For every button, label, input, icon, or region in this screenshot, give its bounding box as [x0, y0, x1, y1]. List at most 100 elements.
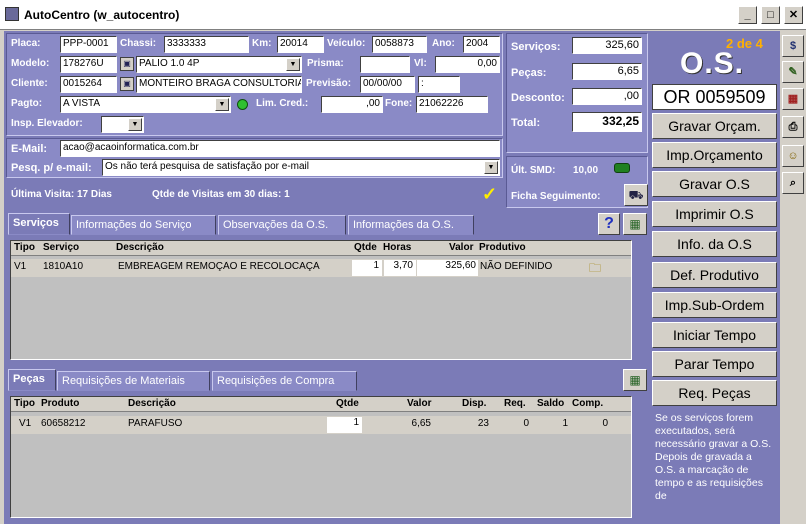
- cell-qtde[interactable]: 1: [327, 417, 362, 433]
- pagto-value: A VISTA: [63, 98, 101, 109]
- previsao-field[interactable]: 00/00/00: [360, 76, 415, 93]
- col-servico: Serviço: [43, 242, 80, 253]
- col-tipo: Tipo: [14, 398, 35, 409]
- col-produtivo: Produtivo: [479, 242, 526, 253]
- gravar-orcamento-button[interactable]: Gravar Orçam.: [652, 113, 777, 139]
- table-row[interactable]: V1 1810A10 EMBREAGEM REMOÇÃO E RECOLOCAÇ…: [11, 259, 631, 277]
- parar-tempo-button[interactable]: Parar Tempo: [652, 351, 777, 377]
- info-os-button[interactable]: Info. da O.S: [652, 231, 777, 257]
- tab-servicos[interactable]: Serviços: [8, 213, 70, 235]
- lim-cred-field[interactable]: ,00: [321, 96, 383, 113]
- imprimir-os-button[interactable]: Imprimir O.S: [652, 201, 777, 227]
- pagto-label: Pagto:: [11, 98, 43, 109]
- app-icon: [5, 7, 19, 21]
- cell-qtde[interactable]: 1: [352, 260, 382, 276]
- servicos-total-label: Serviços:: [511, 41, 561, 53]
- email-field[interactable]: acao@acaoinformatica.com.br: [60, 140, 500, 157]
- email-label: E-Mail:: [11, 143, 48, 155]
- services-table: Tipo Serviço Descrição Qtde Horas Valor …: [10, 240, 632, 360]
- prisma-label: Prisma:: [307, 58, 344, 69]
- iniciar-tempo-button[interactable]: Iniciar Tempo: [652, 322, 777, 348]
- km-field[interactable]: 20014: [277, 36, 324, 53]
- tab-observacoes-os[interactable]: Observações da O.S.: [218, 215, 346, 235]
- cell-valor[interactable]: 325,60: [417, 260, 478, 276]
- checkmark-icon[interactable]: ✓: [482, 184, 497, 205]
- window-title: AutoCentro (w_autocentro): [24, 8, 180, 22]
- chevron-down-icon: ▼: [215, 98, 229, 111]
- tab-pecas[interactable]: Peças: [8, 369, 56, 391]
- placa-label: Placa:: [11, 38, 41, 49]
- vi-field[interactable]: 0,00: [435, 56, 500, 73]
- tab-requisicoes-compra[interactable]: Requisições de Compra: [212, 371, 357, 391]
- printer-icon[interactable]: ⎙: [782, 116, 804, 138]
- chassi-field[interactable]: 3333333: [164, 36, 249, 53]
- imp-orcamento-button[interactable]: Imp.Orçamento: [652, 142, 777, 168]
- previsao-hora-field[interactable]: :: [418, 76, 460, 93]
- close-button[interactable]: ✕: [784, 6, 803, 24]
- os-number: OR 0059509: [652, 84, 777, 110]
- maximize-button[interactable]: □: [761, 6, 780, 24]
- cliente-nome-field[interactable]: MONTEIRO BRAGA CONSULTORIA: [136, 76, 302, 93]
- servicos-total-field: 325,60: [572, 37, 642, 54]
- modelo-lookup-icon[interactable]: ▣: [120, 57, 134, 71]
- parts-table: Tipo Produto Descrição Qtde Valor Disp. …: [10, 396, 632, 518]
- smd-value: 10,00: [573, 165, 599, 176]
- placa-field[interactable]: PPP-0001: [60, 36, 117, 53]
- pesq-select[interactable]: Os não terá pesquisa de satisfação por e…: [102, 159, 500, 176]
- col-valor: Valor: [407, 398, 432, 409]
- col-qtde: Qtde: [336, 398, 359, 409]
- cell-horas[interactable]: 3,70: [384, 260, 416, 276]
- imp-sub-ordem-button[interactable]: Imp.Sub-Ordem: [652, 292, 777, 318]
- cell-disp: 23: [477, 418, 489, 429]
- pagto-select[interactable]: A VISTA ▼: [60, 96, 231, 113]
- col-valor: Valor: [449, 242, 474, 253]
- modelo-select[interactable]: PALIO 1.0 4P ▼: [136, 56, 302, 73]
- col-saldo: Saldo: [537, 398, 565, 409]
- col-comp: Comp.: [572, 398, 604, 409]
- col-produto: Produto: [41, 398, 80, 409]
- col-descricao: Descrição: [128, 398, 176, 409]
- total-label: Total:: [511, 117, 541, 129]
- modelo-field[interactable]: 178276U: [60, 56, 117, 73]
- cliente-lookup-icon[interactable]: ▣: [120, 77, 134, 91]
- cell-descricao: EMBREAGEM REMOÇÃO E RECOLOCAÇÃ: [118, 261, 320, 272]
- grid-config-icon[interactable]: ▦: [623, 369, 647, 391]
- ano-field[interactable]: 2004: [463, 36, 500, 53]
- table-row[interactable]: V1 60658212 PARAFUSO 1 6,65 23 0 1 0: [11, 416, 631, 434]
- edit-icon[interactable]: ✎: [782, 61, 804, 83]
- lim-cred-label: Lim. Cred.:: [256, 98, 309, 109]
- desconto-field[interactable]: ,00: [572, 88, 642, 105]
- cliente-field[interactable]: 0015264: [60, 76, 117, 93]
- tab-informacoes-servico[interactable]: Informações do Serviço: [71, 215, 216, 235]
- cell-produtivo: NÃO DEFINIDO: [480, 261, 553, 272]
- tab-requisicoes-materiais[interactable]: Requisições de Materiais: [57, 371, 210, 391]
- binoculars-icon[interactable]: ⌕: [782, 172, 804, 194]
- money-icon[interactable]: $: [782, 35, 804, 57]
- chart-icon[interactable]: ▦: [782, 88, 804, 110]
- cell-descricao: PARAFUSO: [128, 418, 183, 429]
- help-icon[interactable]: ?: [598, 213, 620, 235]
- fone-field[interactable]: 21062226: [416, 96, 488, 113]
- folder-icon[interactable]: 🗀: [589, 259, 601, 280]
- grid-config-icon[interactable]: ▦: [623, 213, 647, 235]
- cell-tipo: V1: [19, 418, 32, 429]
- smd-label: Últ. SMD:: [511, 165, 556, 176]
- minimize-button[interactable]: _: [738, 6, 757, 24]
- modelo-label: Modelo:: [11, 58, 50, 69]
- ano-label: Ano:: [432, 38, 455, 49]
- col-req: Req.: [504, 398, 526, 409]
- services-header: Tipo Serviço Descrição Qtde Horas Valor …: [11, 241, 631, 256]
- req-pecas-button[interactable]: Req. Peças: [652, 380, 777, 406]
- pecas-total-label: Peças:: [511, 67, 547, 79]
- chevron-down-icon: ▼: [286, 58, 300, 71]
- def-produtivo-button[interactable]: Def. Produtivo: [652, 262, 777, 288]
- tab-informacoes-os[interactable]: Informações da O.S.: [348, 215, 474, 235]
- prisma-field[interactable]: [360, 56, 410, 73]
- km-label: Km:: [252, 38, 272, 49]
- insp-select[interactable]: ▼: [101, 116, 144, 133]
- col-horas: Horas: [383, 242, 412, 253]
- veiculo-field[interactable]: 0058873: [372, 36, 427, 53]
- face-icon[interactable]: ☺: [782, 145, 804, 167]
- truck-icon[interactable]: ⛟: [624, 184, 648, 206]
- gravar-os-button[interactable]: Gravar O.S: [652, 171, 777, 197]
